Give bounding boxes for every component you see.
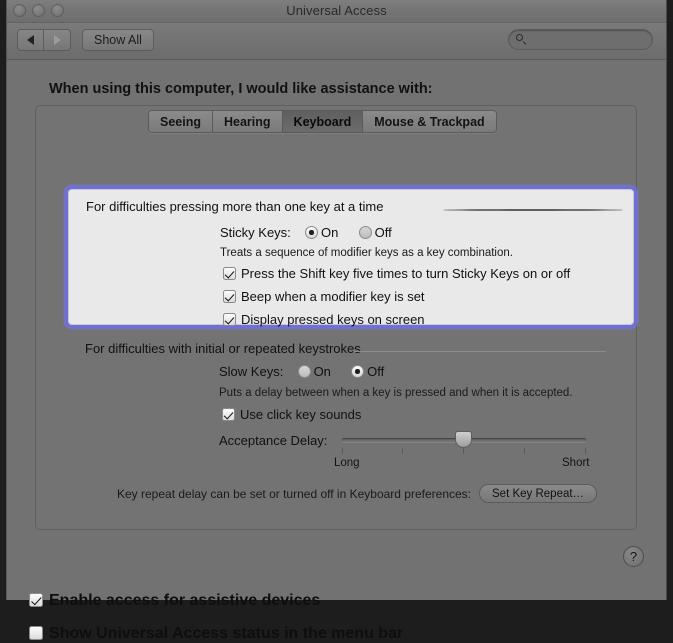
slow-section-title: For difficulties with initial or repeate…: [85, 341, 361, 356]
sticky-display-keys-checkbox[interactable]: [223, 313, 236, 326]
set-key-repeat-button[interactable]: Set Key Repeat…: [479, 484, 598, 503]
sticky-keys-group: For difficulties pressing more than one …: [65, 186, 637, 328]
tab-bar: Seeing Hearing Keyboard Mouse & Trackpad: [148, 110, 497, 133]
sticky-display-keys-checkbox-row[interactable]: Display pressed keys on screen: [223, 312, 425, 327]
slider-tick: [402, 448, 403, 454]
tab-seeing[interactable]: Seeing: [149, 111, 213, 132]
tab-hearing[interactable]: Hearing: [213, 111, 283, 132]
click-key-sounds-label: Use click key sounds: [240, 407, 362, 422]
show-status-menu-bar-row[interactable]: Show Universal Access status in the menu…: [29, 625, 403, 643]
slow-keys-off-label: Off: [367, 364, 385, 379]
slider-tick: [463, 448, 464, 454]
show-status-menu-bar-label: Show Universal Access status in the menu…: [49, 625, 404, 642]
slider-thumb[interactable]: [455, 431, 472, 448]
slow-keys-description: Puts a delay between when a key is press…: [219, 387, 573, 399]
help-button[interactable]: ?: [623, 546, 644, 567]
sticky-keys-label: Sticky Keys:: [220, 225, 291, 240]
sticky-keys-off-radio[interactable]: [358, 226, 372, 239]
forward-button[interactable]: [44, 29, 71, 51]
slider-tick: [524, 448, 525, 454]
sticky-beep-checkbox-row[interactable]: Beep when a modifier key is set: [223, 289, 425, 304]
slider-min-label: Long: [334, 457, 360, 469]
sticky-keys-on-radio[interactable]: [305, 226, 319, 239]
sticky-shift-five-times-label: Press the Shift key five times to turn S…: [241, 266, 571, 281]
toolbar: Show All: [7, 23, 673, 60]
title-bar: Universal Access: [7, 0, 666, 23]
back-button[interactable]: [17, 29, 44, 51]
slow-keys-on-label: On: [313, 364, 331, 379]
sticky-section-title: For difficulties pressing more than one …: [86, 199, 384, 214]
show-status-menu-bar-checkbox[interactable]: [29, 626, 43, 640]
show-all-button[interactable]: Show All: [82, 29, 154, 51]
sticky-shift-five-times-checkbox[interactable]: [223, 267, 236, 280]
key-repeat-note: Key repeat delay can be set or turned of…: [117, 487, 471, 501]
slider-tick: [585, 448, 586, 454]
sticky-keys-off-label: Off: [374, 225, 392, 240]
enable-assistive-devices-label: Enable access for assistive devices: [49, 592, 321, 609]
page-title: When using this computer, I would like a…: [49, 81, 433, 97]
preferences-content: When using this computer, I would like a…: [7, 60, 666, 642]
acceptance-delay-slider[interactable]: Long Short: [334, 431, 590, 473]
slow-section-divider-rule: [354, 351, 606, 352]
sticky-keys-description: Treats a sequence of modifier keys as a …: [220, 247, 513, 259]
click-key-sounds-checkbox[interactable]: [222, 408, 235, 421]
slider-max-label: Short: [562, 457, 590, 469]
slow-keys-on-radio[interactable]: [297, 365, 311, 378]
nav-button-group: [17, 29, 71, 51]
sticky-keys-radio-row: Sticky Keys: On Off: [220, 225, 392, 240]
search-field[interactable]: [508, 29, 673, 50]
sticky-display-keys-label: Display pressed keys on screen: [241, 312, 425, 327]
sticky-beep-checkbox[interactable]: [223, 290, 236, 303]
triangle-left-icon: [27, 35, 34, 45]
slow-keys-off-radio[interactable]: [351, 365, 365, 378]
enable-assistive-devices-checkbox[interactable]: [29, 593, 43, 607]
sticky-beep-label: Beep when a modifier key is set: [241, 289, 425, 304]
tab-mouse-trackpad[interactable]: Mouse & Trackpad: [363, 111, 496, 132]
click-key-sounds-checkbox-row[interactable]: Use click key sounds: [222, 407, 361, 422]
search-input[interactable]: [516, 32, 673, 47]
slow-keys-radio-row: Slow Keys: On Off: [219, 364, 384, 379]
section-divider-rule: [443, 209, 623, 211]
universal-access-window: Universal Access Show All When using thi…: [6, 0, 673, 642]
window-title: Universal Access: [286, 3, 387, 18]
sticky-keys-on-label: On: [321, 225, 339, 240]
acceptance-delay-label: Acceptance Delay:: [219, 433, 328, 448]
slider-tick: [342, 448, 343, 454]
triangle-right-icon: [53, 35, 61, 45]
slow-keys-label: Slow Keys:: [219, 364, 284, 379]
tab-keyboard[interactable]: Keyboard: [282, 111, 364, 132]
enable-assistive-devices-row[interactable]: Enable access for assistive devices: [29, 592, 320, 610]
sticky-shift-five-times-checkbox-row[interactable]: Press the Shift key five times to turn S…: [223, 266, 570, 281]
